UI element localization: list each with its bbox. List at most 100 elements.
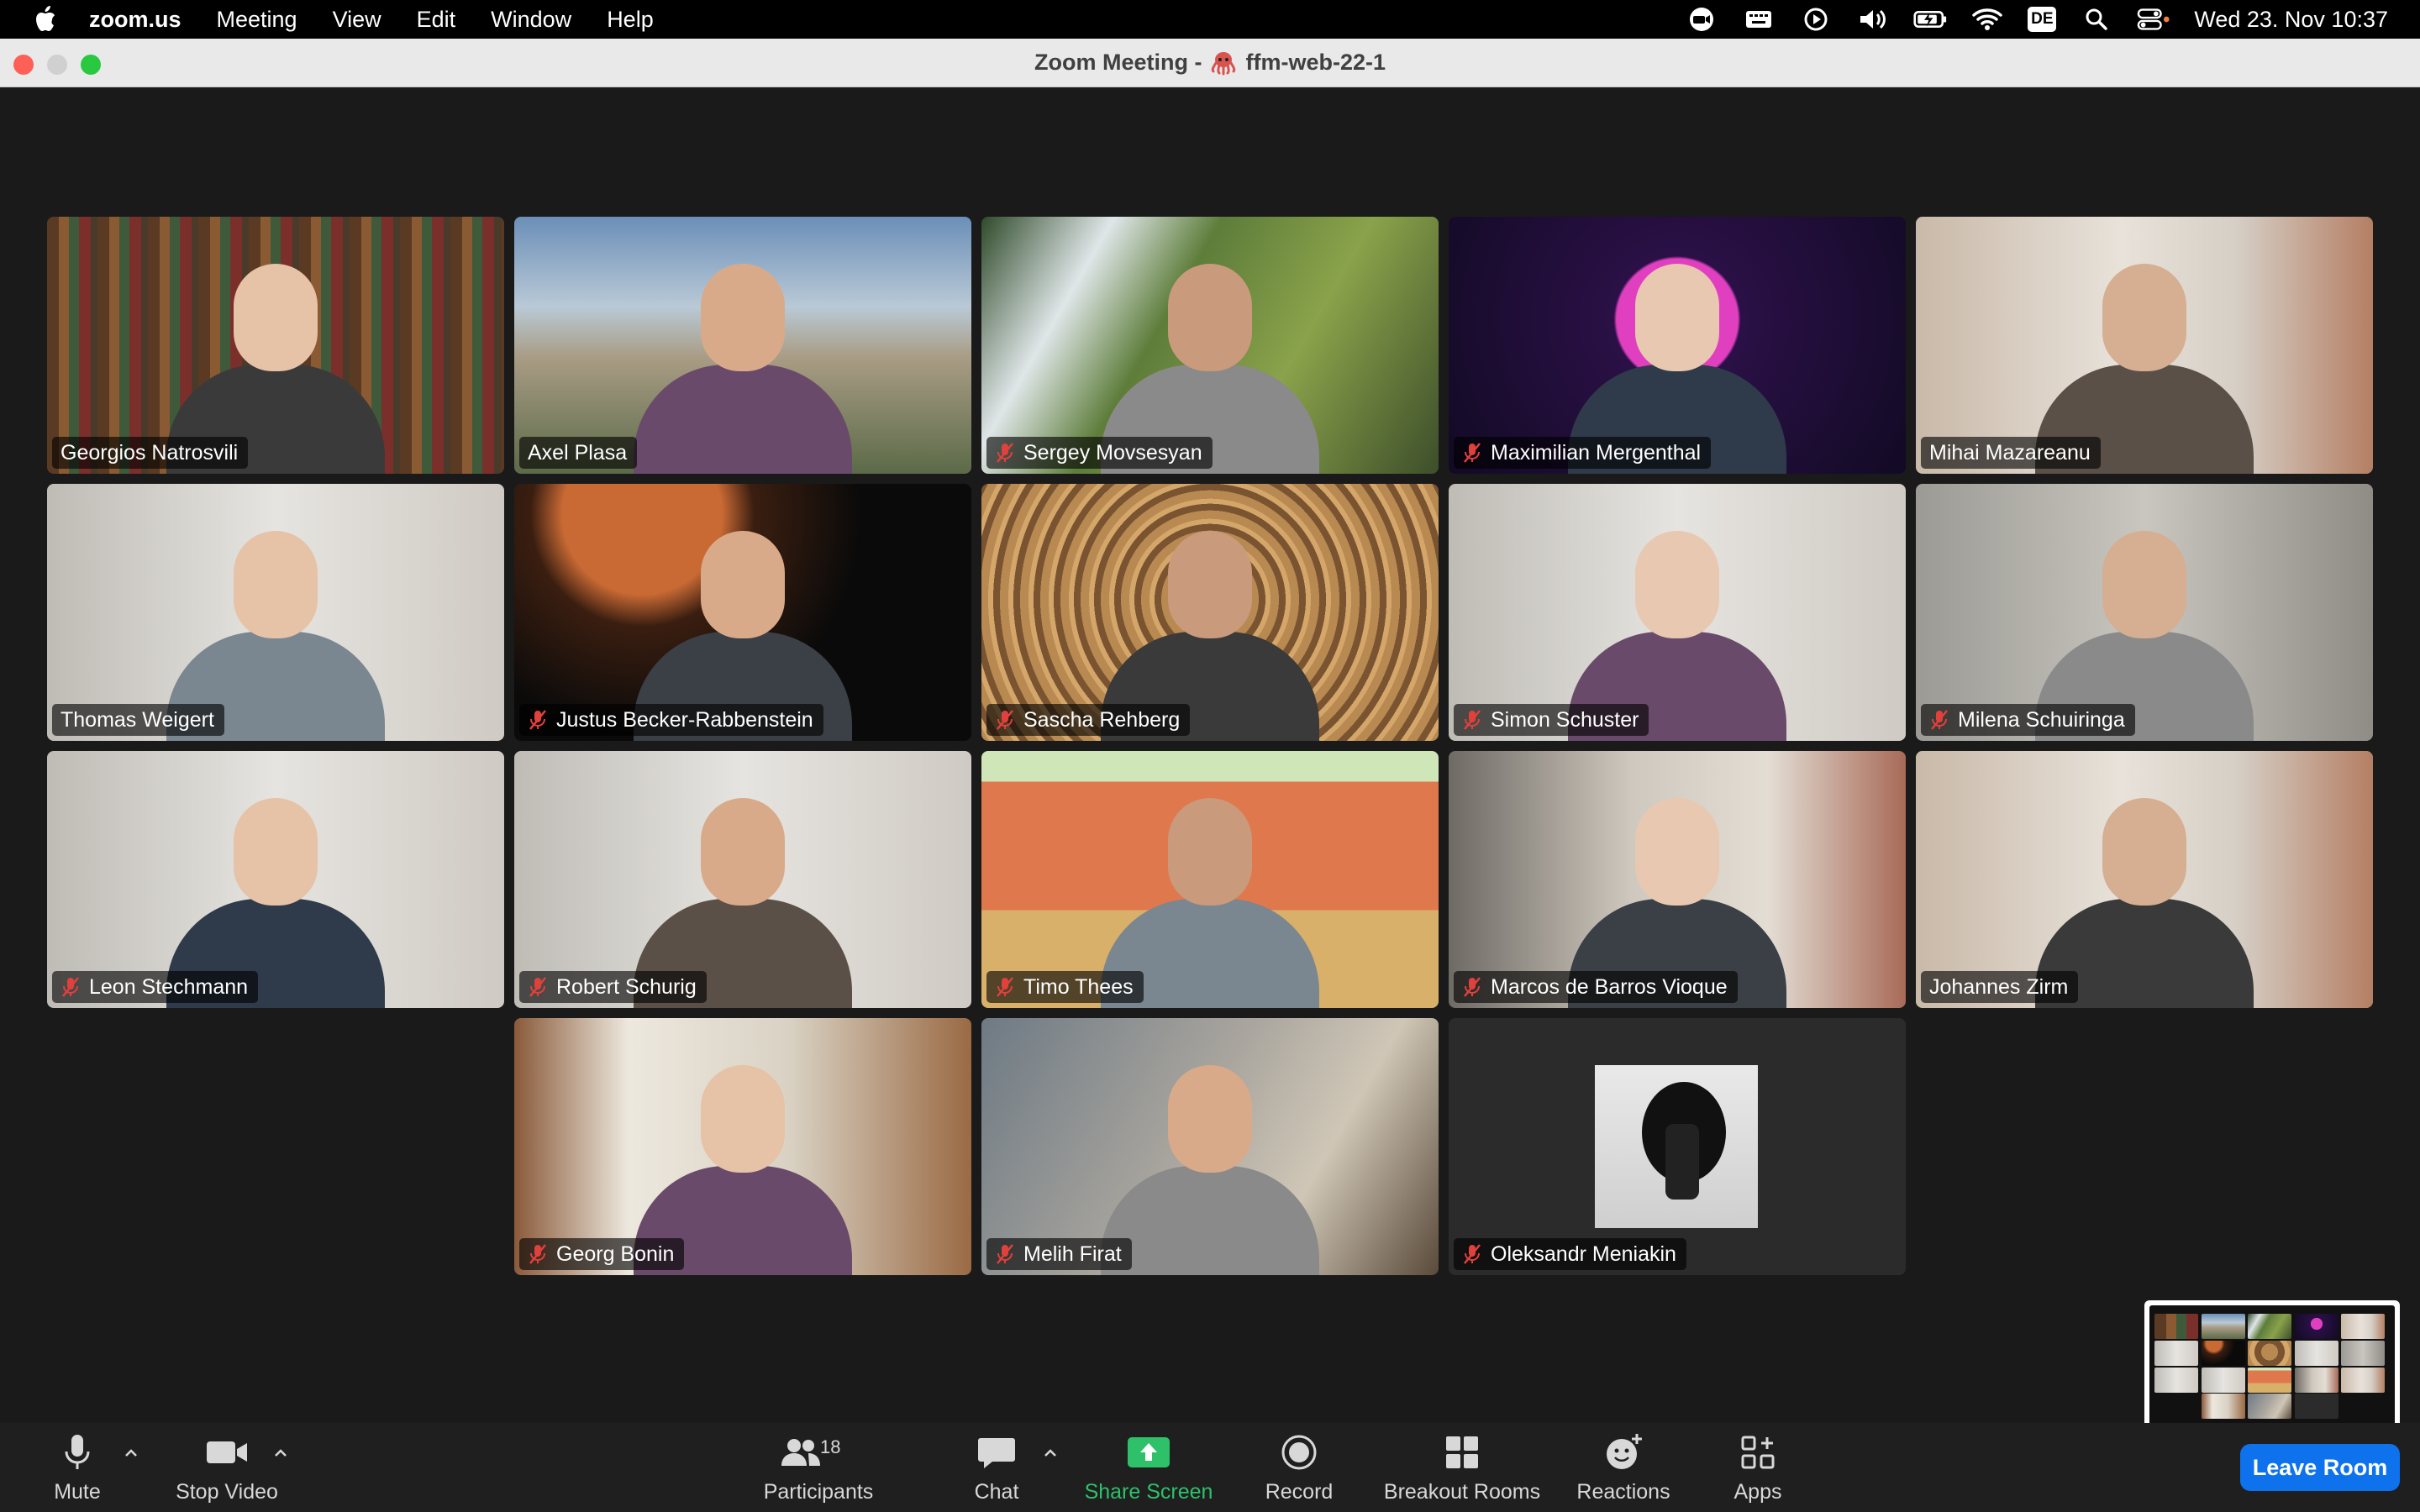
participant-tile[interactable]: Mihai Mazareanu	[1916, 217, 2373, 474]
apple-logo-icon[interactable]	[32, 5, 57, 34]
participants-label: Participants	[763, 1479, 874, 1504]
breakout-rooms-button[interactable]: Breakout Rooms	[1380, 1423, 1544, 1512]
participant-nameplate: Justus Becker-Rabbenstein	[519, 704, 823, 736]
menu-edit[interactable]: Edit	[417, 7, 456, 33]
participant-name: Leon Stechmann	[89, 974, 249, 999]
leave-room-button[interactable]: Leave Room	[2240, 1444, 2400, 1491]
participant-name: Robert Schurig	[556, 974, 697, 999]
record-button[interactable]: Record	[1255, 1423, 1343, 1512]
participant-tile[interactable]: Sergey Movsesyan	[981, 217, 1439, 474]
participant-nameplate: Mihai Mazareanu	[1921, 437, 2101, 469]
participant-nameplate: Sascha Rehberg	[986, 704, 1191, 736]
window-zoom-button[interactable]	[81, 55, 101, 75]
chat-button[interactable]: Chat	[965, 1423, 1028, 1512]
participant-tile[interactable]: Leon Stechmann	[47, 751, 504, 1008]
video-options-caret-icon[interactable]	[272, 1445, 289, 1462]
reactions-button[interactable]: Reactions	[1570, 1423, 1677, 1512]
participant-nameplate: Georgios Natrosvili	[52, 437, 249, 469]
participant-tile[interactable]: Oleksandr Meniakin	[1449, 1018, 1906, 1275]
participant-tile[interactable]: Melih Firat	[981, 1018, 1439, 1275]
thumbnail-tile	[2154, 1314, 2198, 1339]
muted-microphone-icon	[1464, 443, 1481, 463]
participant-tile[interactable]: Justus Becker-Rabbenstein	[514, 484, 971, 741]
zoom-status-icon[interactable]	[1685, 7, 1718, 32]
mute-button[interactable]: Mute	[44, 1423, 111, 1512]
microphone-icon	[65, 1434, 90, 1469]
muted-microphone-icon	[997, 443, 1013, 463]
menu-bar-clock[interactable]: Wed 23. Nov 10:37	[2194, 7, 2388, 33]
menu-help[interactable]: Help	[607, 7, 654, 33]
chat-options-caret-icon[interactable]	[1042, 1445, 1059, 1462]
smiley-plus-icon	[1607, 1433, 1642, 1469]
participant-name: Oleksandr Meniakin	[1491, 1242, 1676, 1266]
participant-nameplate: Oleksandr Meniakin	[1454, 1238, 1686, 1270]
participants-button[interactable]: 18 Participants	[753, 1423, 884, 1512]
participant-nameplate: Johannes Zirm	[1921, 971, 2079, 1003]
muted-microphone-icon	[997, 1244, 1013, 1264]
share-screen-button[interactable]: Share Screen	[1079, 1423, 1218, 1512]
participant-tile[interactable]: Georgios Natrosvili	[47, 217, 504, 474]
keyboard-status-icon[interactable]	[1742, 7, 1776, 32]
macos-menu-bar: zoom.us Meeting View Edit Window Help DE…	[0, 0, 2420, 39]
muted-microphone-icon	[997, 977, 1013, 997]
play-circle-icon[interactable]	[1799, 7, 1833, 32]
participant-tile[interactable]: Milena Schuiringa	[1916, 484, 2373, 741]
participant-name: Johannes Zirm	[1929, 974, 2069, 999]
participant-tile[interactable]: Thomas Weigert	[47, 484, 504, 741]
muted-microphone-icon	[1931, 710, 1948, 730]
participant-tile[interactable]: Sascha Rehberg	[981, 484, 1439, 741]
participant-nameplate: Thomas Weigert	[52, 704, 224, 736]
meeting-name: ffm-web-22-1	[1245, 50, 1386, 75]
input-source-badge[interactable]: DE	[2028, 7, 2057, 32]
participant-tile[interactable]: Marcos de Barros Vioque	[1449, 751, 1906, 1008]
participant-name: Sergey Movsesyan	[1023, 440, 1202, 465]
participant-name: Sascha Rehberg	[1023, 707, 1181, 732]
muted-microphone-icon	[1464, 710, 1481, 730]
participant-name: Melih Firat	[1023, 1242, 1122, 1266]
participant-tile[interactable]: Johannes Zirm	[1916, 751, 2373, 1008]
thumbnail-tile	[2201, 1394, 2245, 1420]
participant-nameplate: Georg Bonin	[519, 1238, 685, 1270]
reactions-label: Reactions	[1576, 1479, 1670, 1504]
apps-label: Apps	[1733, 1479, 1782, 1504]
window-minimize-button[interactable]	[47, 55, 67, 75]
menu-view[interactable]: View	[333, 7, 381, 33]
record-icon	[1281, 1435, 1317, 1469]
thumbnail-tile	[2248, 1394, 2292, 1420]
control-center-icon[interactable]	[2137, 7, 2170, 32]
thumbnail-tile	[2154, 1340, 2198, 1366]
video-camera-icon	[207, 1441, 247, 1463]
participant-tile[interactable]: Maximilian Mergenthal	[1449, 217, 1906, 474]
wifi-icon[interactable]	[1970, 7, 2004, 32]
thumbnail-tile	[2201, 1340, 2245, 1366]
muted-microphone-icon	[529, 1244, 546, 1264]
participant-name: Thomas Weigert	[60, 707, 214, 732]
thumbnail-tile	[2248, 1314, 2292, 1339]
thumbnail-tile	[2341, 1367, 2386, 1393]
muted-microphone-icon	[997, 710, 1013, 730]
participant-name: Mihai Mazareanu	[1929, 440, 2091, 465]
chat-bubble-icon	[978, 1437, 1015, 1468]
menu-meeting[interactable]: Meeting	[217, 7, 297, 33]
audio-options-caret-icon[interactable]	[123, 1445, 139, 1462]
participant-nameplate: Maximilian Mergenthal	[1454, 437, 1712, 469]
mute-label: Mute	[54, 1479, 101, 1504]
status-menus: DE Wed 23. Nov 10:37	[1685, 0, 2420, 39]
participant-name: Justus Becker-Rabbenstein	[556, 707, 813, 732]
volume-icon[interactable]	[1856, 7, 1890, 32]
spotlight-search-icon[interactable]	[2080, 7, 2113, 32]
chat-label: Chat	[974, 1479, 1019, 1504]
window-close-button[interactable]	[13, 55, 34, 75]
participant-tile[interactable]: Georg Bonin	[514, 1018, 971, 1275]
participant-tile[interactable]: Simon Schuster	[1449, 484, 1906, 741]
participant-nameplate: Timo Thees	[986, 971, 1144, 1003]
participant-nameplate: Simon Schuster	[1454, 704, 1649, 736]
menu-window[interactable]: Window	[491, 7, 571, 33]
apps-button[interactable]: Apps	[1726, 1423, 1790, 1512]
stop-video-button[interactable]: Stop Video	[168, 1423, 286, 1512]
participant-tile[interactable]: Timo Thees	[981, 751, 1439, 1008]
participant-tile[interactable]: Robert Schurig	[514, 751, 971, 1008]
battery-charging-icon[interactable]	[1913, 7, 1947, 32]
participant-tile[interactable]: Axel Plasa	[514, 217, 971, 474]
menu-app-name[interactable]: zoom.us	[89, 7, 182, 33]
